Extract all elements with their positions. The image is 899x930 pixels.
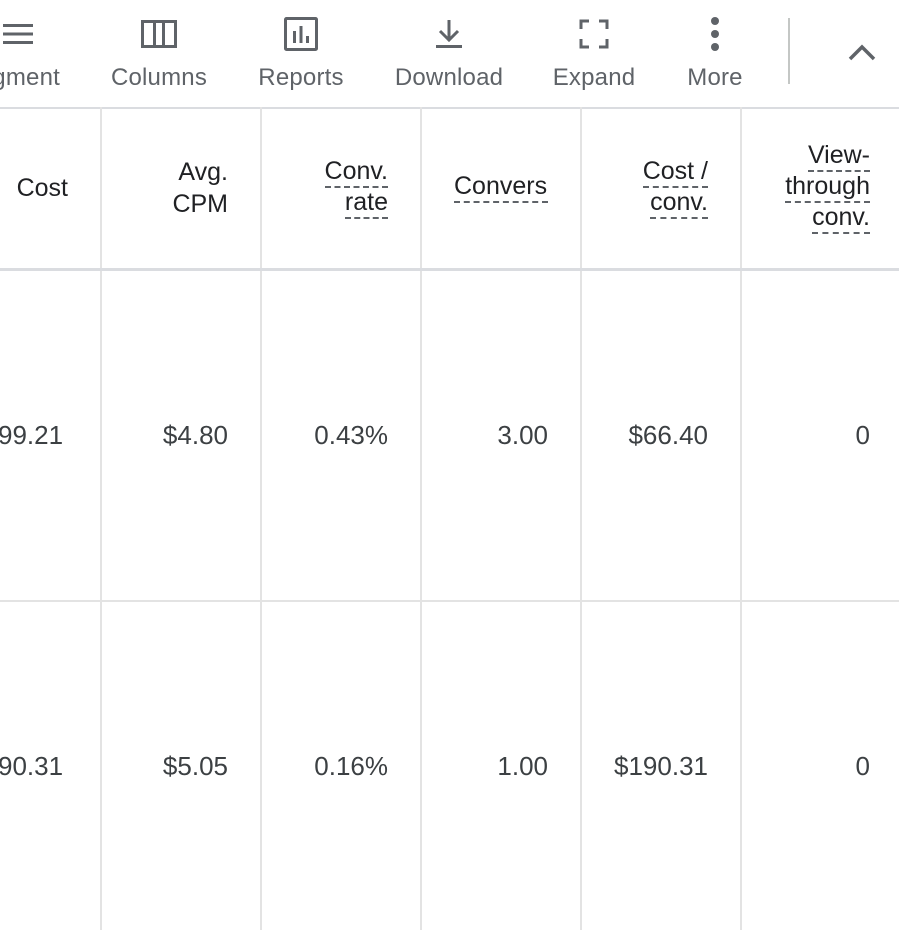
expand-icon — [574, 14, 614, 54]
column-header-view-through-conv[interactable]: View- through conv. — [742, 107, 870, 268]
more-label: More — [687, 64, 743, 91]
header-label: Avg. — [178, 157, 228, 186]
header-label: Convers — [454, 172, 548, 203]
reports-icon — [281, 14, 321, 54]
chevron-up-icon — [848, 44, 876, 61]
segment-label: gment — [0, 64, 60, 91]
cell-cost: 99.21 — [0, 420, 64, 450]
cell-cost: 90.31 — [0, 750, 64, 781]
cell-avg-cpm: $5.05 — [162, 750, 228, 781]
header-label: rate — [344, 188, 388, 219]
header-label: Cost — [16, 173, 68, 202]
data-table: Cost Avg. CPM Conv. rate Convers Cost / … — [0, 107, 899, 930]
columns-button[interactable]: Columns — [109, 0, 209, 107]
download-button[interactable]: Download — [395, 0, 503, 107]
column-header-conversions[interactable]: Convers — [422, 107, 548, 268]
cell-view-through-conv: 0 — [855, 750, 870, 781]
columns-icon — [139, 14, 179, 54]
cell-cost-per-conv: $66.40 — [628, 420, 708, 450]
more-button[interactable]: More — [665, 0, 765, 107]
header-label: conv. — [812, 203, 870, 234]
cell-cost-per-conv: $190.31 — [614, 750, 708, 781]
download-icon — [429, 14, 469, 54]
segment-button[interactable]: gment — [0, 0, 62, 107]
table-toolbar: gment Columns Reports — [0, 0, 899, 109]
cell-conversions: 1.00 — [497, 750, 548, 781]
header-label: through — [785, 172, 870, 203]
cell-conv-rate: 0.16% — [314, 750, 388, 781]
toolbar-divider — [788, 18, 790, 84]
header-label: Conv. — [324, 157, 388, 188]
reports-button[interactable]: Reports — [251, 0, 351, 107]
cell-view-through-conv: 0 — [855, 420, 870, 450]
header-label: CPM — [172, 189, 228, 218]
cell-avg-cpm: $4.80 — [162, 420, 228, 450]
cell-conv-rate: 0.43% — [314, 420, 388, 450]
column-header-conv-rate[interactable]: Conv. rate — [262, 107, 388, 268]
cell-conversions: 3.00 — [497, 420, 548, 450]
header-label: View- — [807, 141, 870, 172]
column-header-cost-per-conv[interactable]: Cost / conv. — [582, 107, 708, 268]
collapse-button[interactable] — [838, 30, 886, 74]
header-label: Cost / — [642, 157, 708, 188]
column-header-avg-cpm[interactable]: Avg. CPM — [102, 107, 228, 268]
column-header-cost[interactable]: Cost — [0, 107, 68, 268]
header-label: conv. — [650, 188, 708, 219]
more-vert-icon — [695, 14, 735, 54]
segment-icon — [0, 14, 38, 54]
